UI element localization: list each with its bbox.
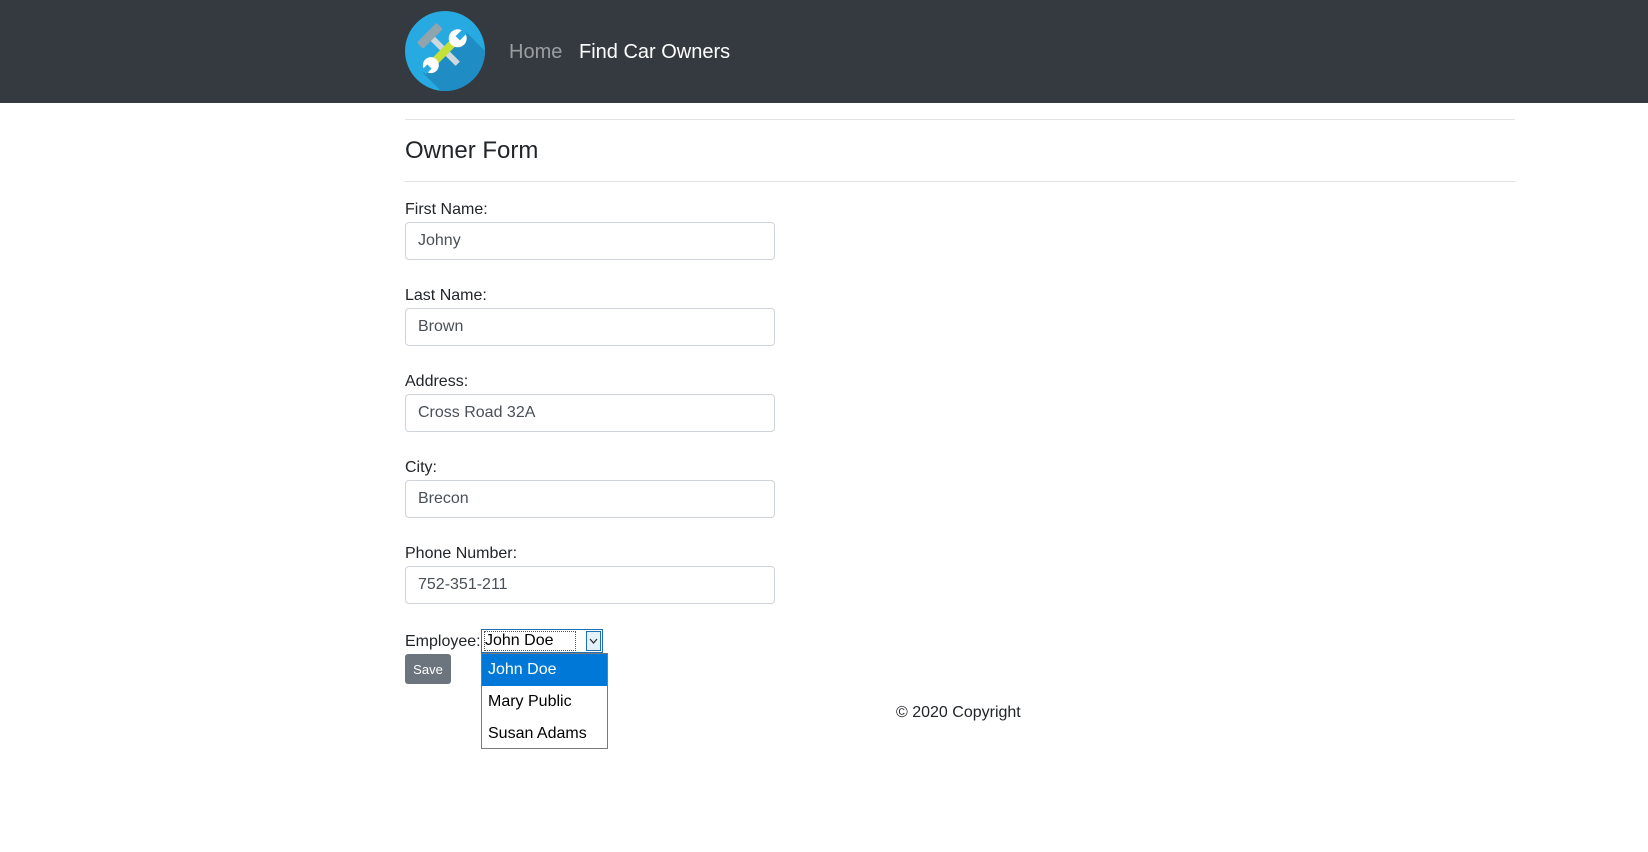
last-name-label: Last Name: [405, 287, 487, 304]
nav-find-car-owners-link[interactable]: Find Car Owners [579, 40, 730, 64]
save-button[interactable]: Save [405, 654, 451, 684]
employee-option-susan-adams[interactable]: Susan Adams [482, 718, 607, 750]
navbar: Home Find Car Owners [0, 0, 1648, 103]
phone-number-label: Phone Number: [405, 545, 518, 562]
address-input[interactable] [405, 394, 775, 432]
first-name-label: First Name: [405, 201, 488, 218]
last-name-input[interactable] [405, 308, 775, 346]
nav-home-link[interactable]: Home [509, 40, 562, 64]
footer-copyright: © 2020 Copyright [896, 704, 1021, 721]
employee-label: Employee: [405, 633, 481, 650]
employee-option-john-doe[interactable]: John Doe [482, 654, 607, 686]
employee-select-value: John Doe [484, 631, 576, 651]
phone-number-input[interactable] [405, 566, 775, 604]
city-input[interactable] [405, 480, 775, 518]
city-label: City: [405, 459, 437, 476]
address-label: Address: [405, 373, 469, 390]
chevron-down-icon[interactable] [586, 631, 601, 651]
first-name-input[interactable] [405, 222, 775, 260]
page-title: Owner Form [405, 137, 539, 164]
divider-bottom [405, 181, 1515, 182]
employee-select[interactable]: John Doe [481, 629, 603, 653]
divider-top [405, 119, 1515, 120]
tools-icon[interactable] [405, 11, 485, 91]
employee-dropdown-list: John Doe Mary Public Susan Adams [481, 653, 608, 749]
employee-option-mary-public[interactable]: Mary Public [482, 686, 607, 718]
